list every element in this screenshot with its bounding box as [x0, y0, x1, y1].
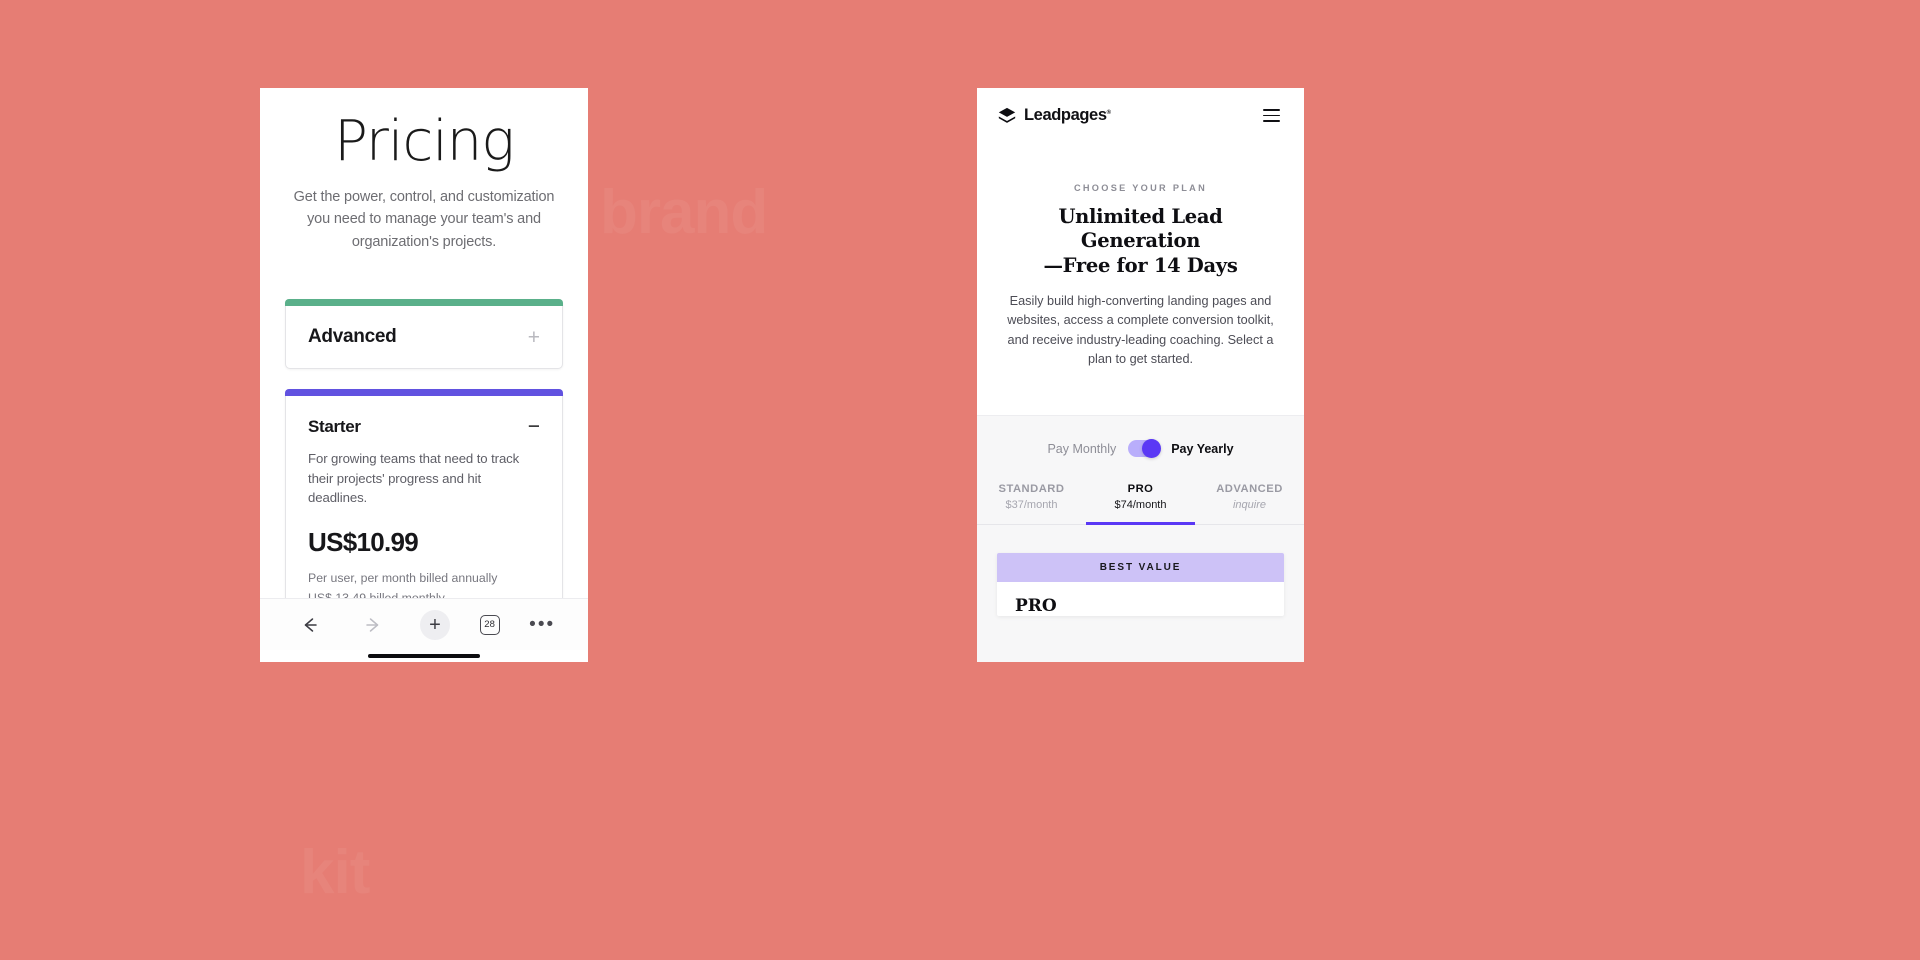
billing-toggle-row: Pay Monthly Pay Yearly	[977, 415, 1304, 480]
featured-plan-card[interactable]: BEST VALUE PRO	[997, 553, 1284, 617]
featured-plan-name: PRO	[1015, 596, 1057, 617]
brand-logo[interactable]: Leadpages	[997, 106, 1111, 126]
plan-accent-bar-advanced	[285, 299, 563, 307]
home-indicator	[260, 650, 588, 662]
plan-card-advanced[interactable]: Advanced +	[285, 299, 563, 370]
plan-body-starter: For growing teams that need to track the…	[286, 449, 562, 598]
plan-name-advanced: Advanced	[308, 326, 397, 348]
plan-tab-name-standard: STANDARD	[998, 483, 1065, 496]
plan-tab-standard[interactable]: STANDARD $37/month	[977, 479, 1086, 524]
plan-name-starter: Starter	[308, 416, 361, 436]
hero-headline: Unlimited Lead Generation —Free for 14 D…	[1005, 205, 1276, 278]
featured-plan-section: BEST VALUE PRO	[977, 525, 1304, 662]
plan-description-starter: For growing teams that need to track the…	[308, 451, 520, 505]
hero-body-text: Easily build high-converting landing pag…	[1007, 294, 1274, 367]
plan-accent-bar-starter	[285, 389, 563, 397]
page-title: Pricing	[334, 109, 515, 174]
forward-arrow-icon	[366, 617, 379, 632]
layers-logo-icon	[998, 107, 1016, 123]
brand-name: Leadpages	[1024, 106, 1111, 125]
background-watermark-1: brand	[600, 178, 768, 247]
hamburger-icon[interactable]	[1259, 105, 1284, 126]
hero-section: CHOOSE YOUR PLAN Unlimited Lead Generati…	[977, 143, 1304, 369]
plan-collapse-icon-starter[interactable]: −	[528, 416, 540, 437]
plan-tab-price-advanced: inquire	[1232, 499, 1267, 512]
background-watermark-2: kit	[300, 838, 370, 907]
best-value-badge: BEST VALUE	[997, 553, 1284, 583]
plan-card-starter[interactable]: Starter − For growing teams that need to…	[285, 389, 563, 598]
plan-tab-pro[interactable]: PRO $74/month	[1086, 479, 1195, 526]
pricing-page-content: Pricing Get the power, control, and cust…	[260, 88, 588, 598]
new-tab-button[interactable]: +	[419, 609, 450, 640]
plan-tab-advanced[interactable]: ADVANCED inquire	[1195, 479, 1304, 524]
plan-header-starter[interactable]: Starter −	[286, 396, 562, 457]
back-arrow-icon	[304, 617, 317, 632]
toggle-knob	[1142, 439, 1162, 459]
tab-count-button[interactable]: 28	[479, 614, 500, 635]
hero-headline-line1: Unlimited Lead Generation	[1058, 205, 1223, 253]
browser-toolbar: + 28 •••	[260, 598, 588, 650]
hero-eyebrow: CHOOSE YOUR PLAN	[1073, 183, 1208, 193]
plan-tab-price-standard: $37/month	[1005, 499, 1058, 512]
billing-yearly-label[interactable]: Pay Yearly	[1171, 442, 1233, 456]
right-phone-mockup: Leadpages CHOOSE YOUR PLAN Unlimited Lea…	[977, 88, 1304, 662]
page-subtitle: Get the power, control, and customizatio…	[293, 189, 555, 250]
plan-expand-icon-advanced[interactable]: +	[528, 327, 540, 348]
plan-tabs: STANDARD $37/month PRO $74/month ADVANCE…	[977, 479, 1304, 526]
plan-tab-name-pro: PRO	[1127, 483, 1154, 496]
plan-price-starter: US$10.99	[308, 526, 419, 557]
plan-tab-name-advanced: ADVANCED	[1216, 483, 1283, 496]
plan-note-monthly-starter: US$ 13.49 billed monthly	[308, 589, 540, 598]
forward-button[interactable]	[356, 608, 390, 642]
billing-monthly-label[interactable]: Pay Monthly	[1047, 442, 1116, 456]
left-phone-mockup: Pricing Get the power, control, and cust…	[260, 88, 588, 662]
billing-toggle-switch[interactable]	[1128, 439, 1162, 459]
plan-note-annual-starter: Per user, per month billed annually	[308, 570, 498, 585]
plan-tab-price-pro: $74/month	[1114, 499, 1167, 512]
back-button[interactable]	[293, 608, 327, 642]
more-options-button[interactable]: •••	[529, 615, 555, 633]
hero-headline-line2: —Free for 14 Days	[1043, 253, 1238, 277]
plan-header-advanced[interactable]: Advanced +	[286, 306, 562, 368]
site-header: Leadpages	[977, 88, 1304, 143]
